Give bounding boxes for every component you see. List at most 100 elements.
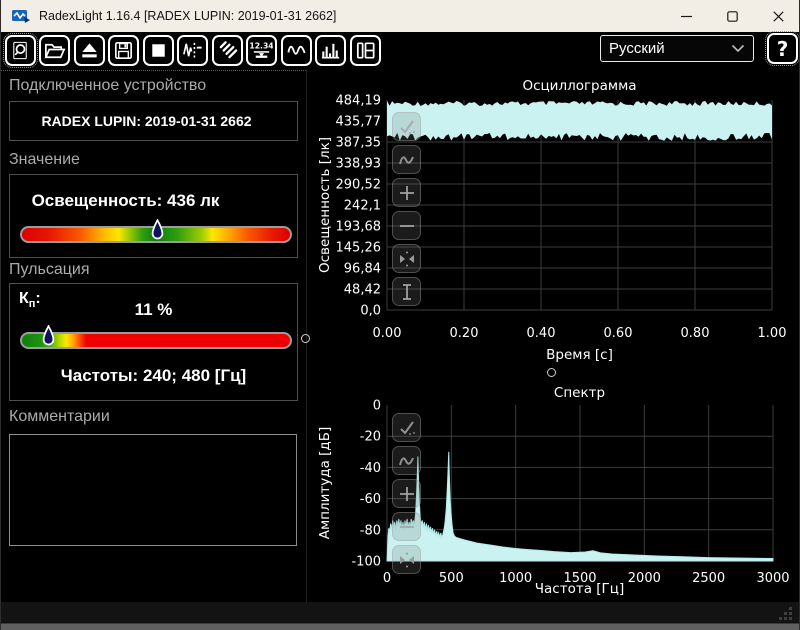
curve-tool-button[interactable] bbox=[392, 145, 421, 174]
fit-icon bbox=[394, 547, 420, 573]
help-button[interactable]: ? bbox=[767, 33, 798, 64]
eject-icon bbox=[78, 39, 101, 62]
select-icon bbox=[394, 114, 420, 140]
vertical-splitter-grip[interactable] bbox=[301, 334, 310, 343]
window-title: RadexLight 1.16.4 [RADEX LUPIN: 2019-01-… bbox=[39, 9, 336, 23]
fit-tool-button[interactable] bbox=[392, 545, 421, 574]
svg-text:0: 0 bbox=[373, 399, 381, 414]
chevron-down-icon bbox=[731, 44, 745, 53]
minimize-icon bbox=[681, 11, 692, 22]
svg-text:145,26: 145,26 bbox=[336, 241, 382, 256]
svg-text:-80: -80 bbox=[360, 523, 381, 538]
resize-grip-icon[interactable] bbox=[777, 605, 793, 621]
oscillogram-view-button[interactable] bbox=[281, 35, 312, 66]
svg-text:-40: -40 bbox=[360, 461, 381, 476]
language-select[interactable]: Русский bbox=[600, 35, 754, 62]
svg-text:-20: -20 bbox=[360, 430, 381, 445]
open-file-button[interactable] bbox=[39, 35, 70, 66]
numeric-display-icon: 12.34 bbox=[250, 39, 273, 62]
left-panel: Подключенное устройство RADEX LUPIN: 201… bbox=[1, 70, 306, 602]
signal-cursor-button[interactable] bbox=[177, 35, 208, 66]
preview-icon bbox=[9, 39, 32, 62]
svg-text:435,77: 435,77 bbox=[336, 115, 382, 130]
fit-icon bbox=[394, 246, 420, 272]
maximize-icon bbox=[727, 11, 738, 22]
zoom-in-tool-button[interactable] bbox=[392, 479, 421, 508]
title-bar: RadexLight 1.16.4 [RADEX LUPIN: 2019-01-… bbox=[1, 0, 800, 32]
rays-icon bbox=[216, 39, 239, 62]
spectrum-view-button[interactable] bbox=[315, 35, 346, 66]
comments-input[interactable] bbox=[9, 434, 297, 546]
cursor-tool-button[interactable] bbox=[392, 277, 421, 306]
save-icon bbox=[112, 39, 135, 62]
pulsation-scale bbox=[20, 332, 292, 349]
zoom-out-icon bbox=[394, 514, 420, 540]
select-icon bbox=[394, 415, 420, 441]
close-icon bbox=[773, 11, 784, 22]
svg-text:0.60: 0.60 bbox=[604, 326, 633, 341]
pulsation-box: Кп: 11 % Частоты: 240; 480 [Гц] bbox=[9, 283, 298, 401]
layout-icon bbox=[354, 39, 377, 62]
charts-canvas[interactable]: 484,19435,77387,35338,93290,52242,1193,6… bbox=[311, 70, 800, 602]
maximize-button[interactable] bbox=[709, 0, 755, 32]
svg-text:193,68: 193,68 bbox=[336, 220, 382, 235]
zoom-out-tool-button[interactable] bbox=[392, 512, 421, 541]
oscillogram-xlabel: Время [с] bbox=[387, 347, 772, 363]
save-button[interactable] bbox=[108, 35, 139, 66]
stop-icon bbox=[147, 39, 170, 62]
svg-text:242,1: 242,1 bbox=[344, 199, 381, 214]
oscillogram-ylabel: Освещенность [лк] bbox=[317, 137, 333, 273]
open-folder-icon bbox=[43, 39, 66, 62]
zoom-in-icon bbox=[394, 481, 420, 507]
status-bar bbox=[1, 602, 800, 623]
stop-button[interactable] bbox=[143, 35, 174, 66]
zoom-out-icon bbox=[394, 213, 420, 239]
minimize-button[interactable] bbox=[663, 0, 709, 32]
value-box: Освещенность: 436 лк bbox=[9, 174, 298, 258]
oscillogram-title: Осциллограмма bbox=[387, 78, 772, 94]
numeric-display-button[interactable]: 12.34 bbox=[246, 35, 277, 66]
window-bottom-edge bbox=[1, 623, 800, 630]
device-section-header: Подключенное устройство bbox=[9, 77, 206, 95]
spectrum-title: Спектр bbox=[387, 385, 772, 401]
fit-tool-button[interactable] bbox=[392, 244, 421, 273]
rays-button[interactable] bbox=[212, 35, 243, 66]
comments-section-header: Комментарии bbox=[9, 408, 110, 426]
layout-button[interactable] bbox=[350, 35, 381, 66]
curve-icon bbox=[394, 448, 420, 474]
close-button[interactable] bbox=[755, 0, 800, 32]
preview-button[interactable] bbox=[5, 35, 36, 66]
cursor-icon bbox=[394, 279, 420, 305]
svg-text:0.80: 0.80 bbox=[681, 326, 710, 341]
zoom-in-icon bbox=[394, 180, 420, 206]
select-tool-button[interactable] bbox=[392, 112, 421, 141]
device-name: RADEX LUPIN: 2019-01-31 2662 bbox=[10, 113, 297, 129]
svg-text:-60: -60 bbox=[360, 492, 381, 507]
spectrum-icon bbox=[319, 39, 342, 62]
frequencies-text: Частоты: 240; 480 [Гц] bbox=[10, 366, 297, 386]
eject-device-button[interactable] bbox=[74, 35, 105, 66]
svg-text:0.20: 0.20 bbox=[450, 326, 479, 341]
oscillogram-icon bbox=[285, 39, 308, 62]
select-tool-button[interactable] bbox=[392, 413, 421, 442]
svg-text:1.00: 1.00 bbox=[758, 326, 787, 341]
svg-text:387,35: 387,35 bbox=[336, 136, 382, 151]
pulsation-marker-icon bbox=[42, 325, 55, 348]
zoom-out-tool-button[interactable] bbox=[392, 211, 421, 240]
svg-text:484,19: 484,19 bbox=[336, 94, 382, 109]
curve-tool-button[interactable] bbox=[392, 446, 421, 475]
svg-text:12.34: 12.34 bbox=[250, 41, 273, 50]
app-icon bbox=[11, 7, 31, 25]
kp-value: 11 % bbox=[10, 300, 297, 320]
spectrum-xlabel: Частота [Гц] bbox=[387, 581, 772, 597]
zoom-in-tool-button[interactable] bbox=[392, 178, 421, 207]
value-section-header: Значение bbox=[9, 151, 80, 169]
svg-text:0,0: 0,0 bbox=[360, 304, 381, 319]
svg-text:48,42: 48,42 bbox=[344, 283, 381, 298]
svg-text:-100: -100 bbox=[351, 555, 381, 570]
app-window: RadexLight 1.16.4 [RADEX LUPIN: 2019-01-… bbox=[0, 0, 800, 630]
curve-icon bbox=[394, 147, 420, 173]
illuminance-marker-icon bbox=[151, 219, 164, 242]
toolbar: 12.34 bbox=[1, 32, 800, 68]
illuminance-reading: Освещенность: 436 лк bbox=[10, 191, 297, 211]
